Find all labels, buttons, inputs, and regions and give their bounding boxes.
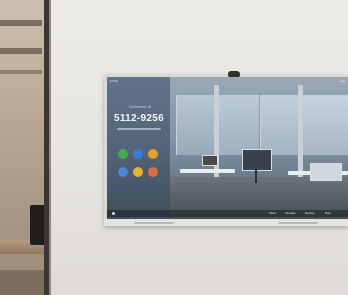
room-monitor [242, 149, 272, 171]
room-monitor [310, 163, 342, 181]
share-icon[interactable] [133, 167, 143, 177]
interactive-display: Conference ID 5112-9256 10:00 ●●● Share [104, 71, 348, 226]
taskbar-item[interactable]: Meeting [305, 212, 314, 215]
status-time: 10:00 [110, 79, 118, 83]
side-panel: Conference ID 5112-9256 [107, 77, 170, 219]
room-wallpaper [170, 77, 348, 219]
conference-table [180, 169, 235, 173]
speaker-grille [134, 222, 174, 224]
home-icon[interactable] [112, 212, 115, 215]
camera-app-icon[interactable] [118, 167, 128, 177]
ceiling-beam [0, 20, 42, 26]
meeting-id: 5112-9256 [114, 113, 164, 124]
settings-icon[interactable] [148, 167, 158, 177]
ceiling-beam [0, 48, 42, 54]
edit-icon[interactable] [133, 149, 143, 159]
phone-icon[interactable] [118, 149, 128, 159]
speaker-grille [278, 222, 318, 224]
app-row [118, 167, 158, 177]
room-monitor [202, 155, 218, 166]
photo-scene: Conference ID 5112-9256 10:00 ●●● Share [0, 0, 348, 295]
taskbar-item[interactable]: More [325, 212, 331, 215]
status-indicators: ●●● [339, 79, 345, 83]
pillar [298, 85, 303, 177]
window-pane [302, 95, 348, 155]
window-pane [218, 95, 259, 155]
bezel-bottom [104, 219, 348, 226]
door-edge [49, 0, 51, 295]
divider [117, 128, 161, 130]
window-pane [176, 95, 217, 155]
meeting-label: Conference ID [128, 105, 152, 109]
window-pane [260, 95, 301, 155]
ceiling-beam [0, 70, 42, 74]
taskbar-item[interactable]: Annotate [285, 212, 295, 215]
app-row [118, 149, 158, 159]
doorway [0, 0, 50, 295]
floor [0, 270, 50, 295]
folder-icon[interactable] [148, 149, 158, 159]
monitor-stand [255, 169, 257, 183]
display-screen[interactable]: Conference ID 5112-9256 10:00 ●●● Share [107, 77, 348, 219]
taskbar-item[interactable]: Share [269, 212, 276, 215]
